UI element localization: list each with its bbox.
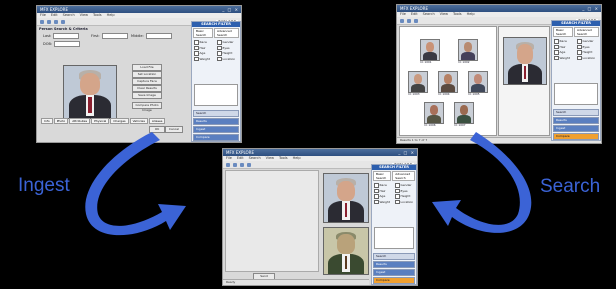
ingest-label: Ingest (18, 175, 70, 196)
ingest-arrow (85, 132, 532, 236)
ingest-arrow-shape (85, 132, 186, 236)
search-label: Search (540, 176, 601, 197)
search-arrow-shape (432, 132, 532, 233)
